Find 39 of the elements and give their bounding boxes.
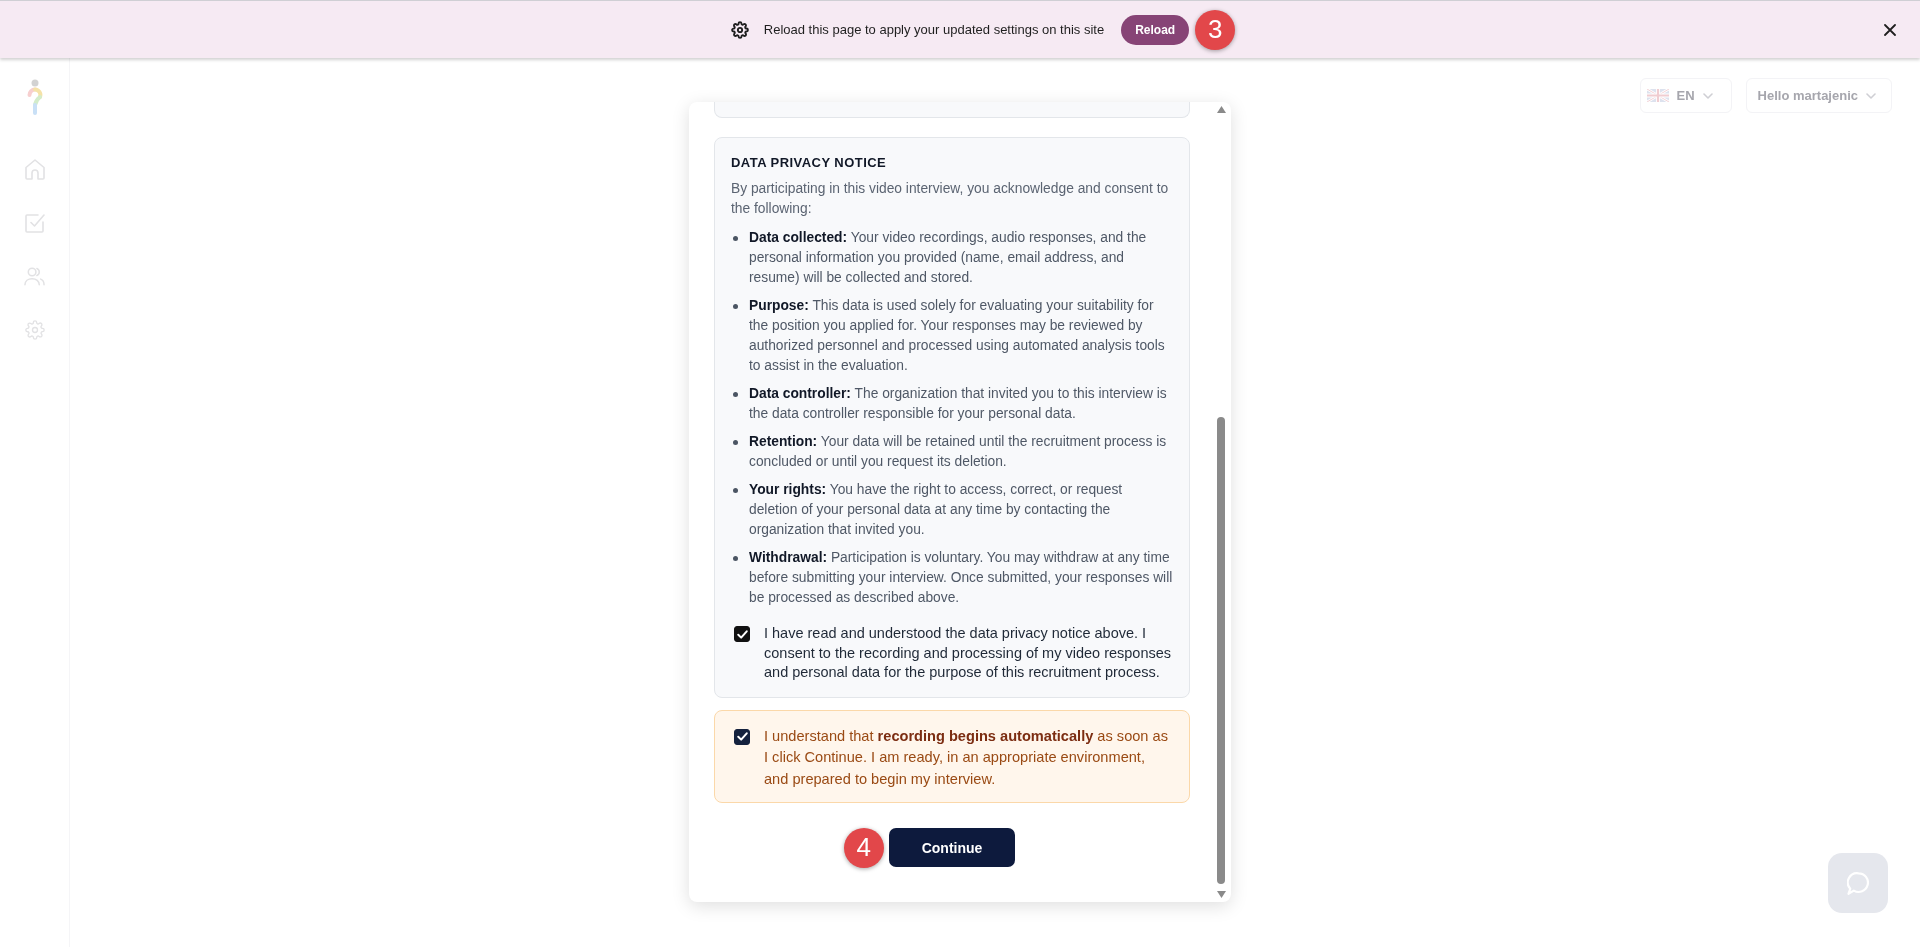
bullet-icon: [733, 304, 738, 309]
notice-item: Data controller: The organization that invited you to this interview is the data controller responsible for your personal data.: [749, 385, 1168, 423]
continue-button[interactable]: Continue: [888, 828, 1016, 867]
notice-item: Your rights: You have the right to access, correct, or request deletion of your personal data at any time by contacting the organization that invited you.: [749, 481, 1124, 539]
step-marker: 3: [1195, 9, 1236, 50]
bullet-icon: [733, 440, 738, 445]
settings-icon: [730, 20, 749, 39]
checkbox[interactable]: [734, 626, 750, 642]
scrollbar-thumb[interactable]: [1217, 417, 1225, 884]
notice-item: Data collected: Your video recordings, audio responses, and the personal information you provided (name, email address, and resume) will be collected and stored.: [749, 229, 1148, 287]
checkmark-icon: [736, 732, 748, 741]
chat-bubble-icon: [1847, 871, 1869, 895]
notice-title: DATA PRIVACY NOTICE: [731, 154, 888, 172]
scroll-up-icon[interactable]: [1216, 106, 1226, 113]
step-marker: 4: [843, 827, 884, 868]
chevron-down-icon: [1866, 92, 1876, 99]
consent-text: I have read and understood the data privacy notice above. I consent to the recording and processing of my video responses and personal data for the purpose of this recruitment process.: [764, 624, 1173, 682]
banner-message: Reload this page to apply your updated settings on this site: [763, 22, 1105, 37]
notice-item: Retention: Your data will be retained until the recruitment process is concluded or until you request its deletion.: [749, 433, 1168, 471]
bullet-icon: [733, 236, 738, 241]
home-icon[interactable]: [24, 159, 45, 180]
notice-item: Purpose: This data is used solely for evaluating your suitability for the position you applied for. Your responses may be reviewed by authorized personnel and processed using automated analysis tools to assist in the evaluation.: [749, 297, 1166, 375]
settings-icon[interactable]: [24, 320, 45, 340]
chevron-down-icon: [1702, 92, 1713, 99]
reload-button[interactable]: Reload: [1121, 14, 1190, 45]
checkmark-icon: [736, 629, 748, 639]
close-icon[interactable]: [1884, 24, 1896, 36]
bullet-icon: [733, 392, 738, 397]
bullet-icon: [733, 556, 738, 561]
notice-intro: By participating in this video interview, you acknowledge and consent to the following:: [731, 180, 1170, 218]
checked-square-icon[interactable]: [24, 214, 45, 233]
scroll-down-icon[interactable]: [1216, 891, 1226, 898]
chat-button[interactable]: [1828, 853, 1888, 913]
acknowledgement-text: I understand that recording begins automatically as soon as I click Continue. I am ready, in an appropriate environment, and prepared to begin my interview.: [764, 726, 1169, 789]
flag-icon: [1646, 89, 1669, 102]
bullet-icon: [733, 488, 738, 493]
users-icon[interactable]: [24, 267, 45, 286]
notice-item: Withdrawal: Participation is voluntary. You may withdraw at any time before submitting your interview. Once submitted, your responses will be processed as described above.: [749, 549, 1173, 607]
checkbox[interactable]: [734, 728, 750, 745]
